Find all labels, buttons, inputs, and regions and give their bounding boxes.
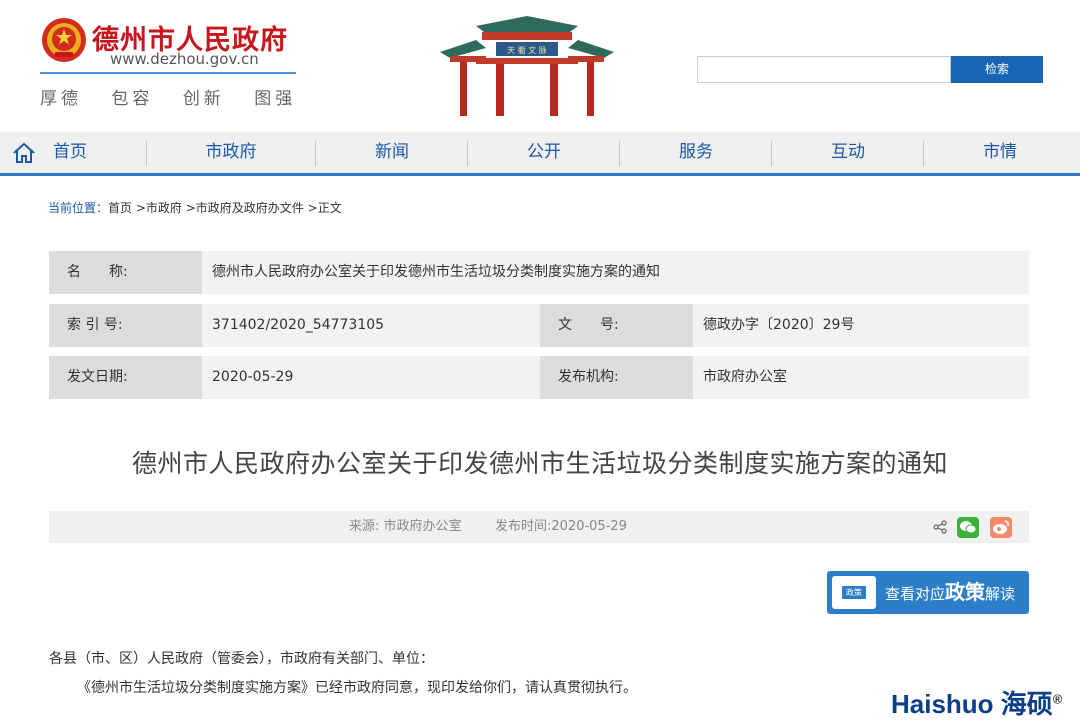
motto-word: 创新	[182, 89, 225, 109]
breadcrumb-city-government[interactable]: >市政府	[136, 201, 182, 215]
weibo-glyph-icon	[993, 520, 1009, 534]
info-label-date: 发文日期:	[49, 356, 202, 399]
breadcrumb-label: 当前位置：	[48, 201, 109, 215]
article-title: 德州市人民政府办公室关于印发德州市生活垃圾分类制度实施方案的通知	[131, 449, 948, 478]
info-row-name: 名 称: 德州市人民政府办公室关于印发德州市生活垃圾分类制度实施方案的通知	[49, 251, 1029, 294]
info-value-index: 371402/2020_54773105	[212, 317, 385, 333]
nav-separator	[315, 141, 316, 166]
article-publish-time: 发布时间:2020-05-29	[495, 519, 627, 534]
policy-label-suffix: 解读	[985, 585, 1016, 603]
share-icon[interactable]	[933, 520, 947, 534]
nav-home[interactable]: 首页	[44, 132, 96, 173]
memorial-archway-image: 天 衢 文 脉	[440, 16, 614, 116]
nav-separator	[923, 141, 924, 166]
info-row-index: 索 引 号: 371402/2020_54773105 文 号: 德政办字〔20…	[49, 304, 1029, 347]
policy-label-prefix: 查看对应	[885, 585, 946, 603]
watermark-logo: Haishuo 海硕®	[891, 684, 1062, 721]
nav-interaction[interactable]: 互动	[797, 132, 899, 173]
nav-services[interactable]: 服务	[645, 132, 747, 173]
policy-button-label: 查看对应政策解读	[885, 571, 1015, 614]
article-source: 来源: 市政府办公室	[349, 519, 462, 534]
wechat-glyph-icon	[960, 521, 977, 534]
watermark-text: Haishuo 海硕	[891, 689, 1053, 719]
weibo-share-icon[interactable]	[990, 517, 1012, 538]
policy-badge-text: 政策	[842, 586, 866, 599]
nav-city-info[interactable]: 市情	[949, 132, 1051, 173]
search-input[interactable]	[697, 56, 951, 83]
nav-separator	[771, 141, 772, 166]
motto-word: 图强	[254, 89, 297, 109]
wechat-share-icon[interactable]	[957, 517, 979, 538]
info-row-date: 发文日期: 2020-05-29 发布机构: 市政府办公室	[49, 356, 1029, 399]
motto-word: 厚德	[40, 89, 82, 109]
nav-public[interactable]: 公开	[493, 132, 595, 173]
policy-book-icon: 政策	[832, 576, 876, 609]
breadcrumb-current: >正文	[307, 201, 342, 215]
national-emblem-icon	[42, 18, 86, 62]
nav-city-government[interactable]: 市政府	[180, 132, 282, 173]
motto-word: 包容	[111, 89, 154, 109]
info-value-name: 德州市人民政府办公室关于印发德州市生活垃圾分类制度实施方案的通知	[212, 264, 660, 280]
nav-separator	[467, 141, 468, 166]
nav-separator	[619, 141, 620, 166]
info-label-doc-number: 文 号:	[540, 304, 693, 347]
info-value-date: 2020-05-29	[212, 369, 294, 385]
breadcrumb-documents[interactable]: >市政府及政府办文件	[186, 201, 304, 215]
info-label-org: 发布机构:	[540, 356, 693, 399]
info-value-org: 市政府办公室	[703, 369, 787, 385]
nav-news[interactable]: 新闻	[341, 132, 443, 173]
main-nav: 首页 市政府 新闻 公开 服务 互动 市情	[0, 132, 1080, 176]
article-paragraph: 《德州市生活垃圾分类制度实施方案》已经市政府同意，现印发给你们，请认真贯彻执行。	[77, 680, 637, 696]
info-label-name: 名 称:	[49, 251, 202, 294]
header-divider	[40, 72, 296, 74]
site-motto: 厚德 包容 创新 图强	[40, 84, 316, 109]
policy-label-emphasis: 政策	[945, 580, 986, 604]
policy-interpretation-button[interactable]: 政策 查看对应政策解读	[827, 571, 1029, 614]
registered-mark: ®	[1052, 691, 1063, 707]
article-paragraph: 各县（市、区）人民政府（管委会），市政府有关部门、单位：	[49, 651, 434, 667]
site-header: 德州市人民政府 www.dezhou.gov.cn 厚德 包容 创新 图强 天 …	[0, 0, 1080, 132]
site-url: www.dezhou.gov.cn	[110, 50, 259, 68]
article-meta-bar: 来源: 市政府办公室 发布时间:2020-05-29	[49, 511, 1029, 543]
nav-separator	[146, 141, 147, 166]
info-label-index: 索 引 号:	[49, 304, 202, 347]
archway-plaque: 天 衢 文 脉	[507, 45, 547, 55]
breadcrumb-home[interactable]: 首页	[108, 201, 132, 215]
info-value-doc-number: 德政办字〔2020〕29号	[703, 317, 855, 333]
search-button[interactable]: 检索	[951, 56, 1043, 83]
breadcrumb: 当前位置：首页 >市政府 >市政府及政府办文件 >正文	[48, 199, 342, 216]
home-icon[interactable]	[12, 142, 36, 164]
